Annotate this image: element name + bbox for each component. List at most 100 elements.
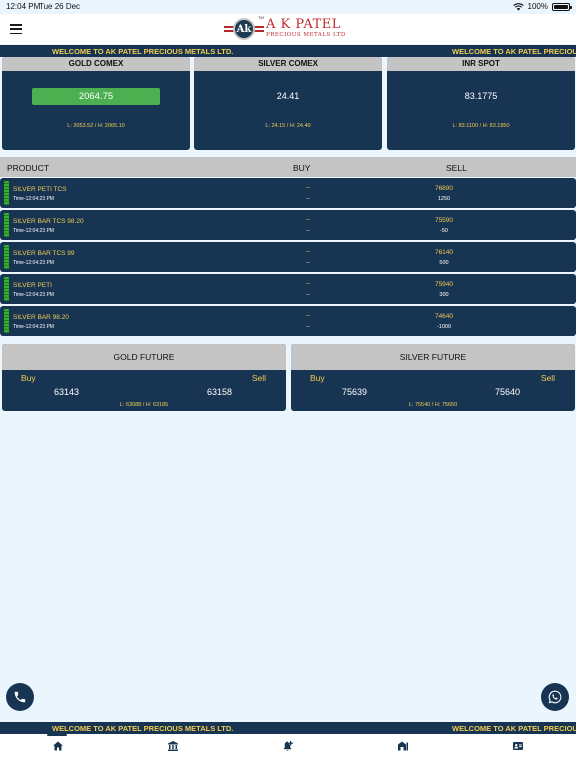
product-sell: 75590 [434,217,454,224]
rate-card-gold-comex: GOLD COMEX 2064.75 L: 2053.52 / H: 2065.… [2,57,190,150]
nav-item-home[interactable] [0,734,115,768]
status-right: 100% [512,2,572,11]
rate-card-inr-spot: INR SPOT 83.1775 L: 83.1100 / H: 83.1850 [387,57,575,150]
product-time: Time-12:04:23 PM [13,292,54,298]
menu-icon[interactable] [10,24,22,34]
brand-trademark: TM [258,15,264,20]
future-sell-label: Sell [540,373,555,383]
future-sell-label: Sell [251,373,266,383]
product-sell-diff: 300 [439,292,449,298]
future-range: L: 75540 / H: 75650 [408,402,458,408]
nav-item-contact[interactable] [460,734,575,768]
rate-card-range: L: 2053.52 / H: 2065.10 [67,123,125,129]
table-row[interactable]: SILVER PETI Time-12:04:23 PM -- -- 75940… [0,274,576,304]
product-buy: -- [306,281,310,287]
product-buy-diff: -- [306,324,310,330]
product-time: Time-12:04:23 PM [13,324,54,330]
brand-logo: Ak TM A K PATEL PRECIOUS METALS LTD [224,15,354,43]
brand-tagline: PRECIOUS METALS LTD [266,32,346,38]
status-bar: 12:04 PM Tue 26 Dec 100% [0,0,576,14]
product-buy-diff: -- [306,196,310,202]
wifi-icon [512,2,524,10]
product-time: Time-12:04:23 PM [13,196,54,202]
product-sell-diff: -50 [440,228,448,234]
signal-bar-icon [4,309,9,333]
product-name: SILVER PETI TCS [13,186,67,193]
ticker-message: WELCOME TO AK PATEL PRECIOUS METALS LTD. [452,724,576,733]
nav-item-company[interactable] [345,734,460,768]
future-card-title: SILVER FUTURE [291,344,575,370]
product-time: Time-12:04:23 PM [13,260,54,266]
rate-card-title: SILVER COMEX [194,57,382,71]
table-row[interactable]: SILVER BAR TCS 98.20 Time-12:04:23 PM --… [0,210,576,240]
nav-item-bank[interactable] [115,734,230,768]
whatsapp-button[interactable] [541,683,569,711]
future-card-silver: SILVER FUTURE Buy Sell 75639 75640 L: 75… [291,344,575,411]
signal-bar-icon [4,245,9,269]
battery-icon [552,2,572,11]
product-sell: 76140 [434,249,454,256]
rate-card-price: 2064.75 [32,88,160,105]
rate-card-title: GOLD COMEX [2,57,190,71]
call-button[interactable] [6,683,34,711]
rate-card-silver-comex: SILVER COMEX 24.41 L: 24.15 / H: 24.40 [194,57,382,150]
product-sell-diff: -1000 [436,324,452,330]
product-buy-diff: -- [306,260,310,266]
product-name: SILVER BAR TCS 99 [13,250,75,257]
bottom-nav [0,734,576,768]
product-buy: -- [306,249,310,255]
active-indicator [47,734,67,736]
ticker-message: WELCOME TO AK PATEL PRECIOUS METALS LTD. [52,47,234,56]
product-name: SILVER PETI [13,282,52,289]
building-icon [397,741,408,751]
future-card-title: GOLD FUTURE [2,344,286,370]
future-buy-value: 75639 [342,387,368,397]
brand-name: A K PATEL [266,17,341,32]
future-card-gold: GOLD FUTURE Buy Sell 63143 63158 L: 6308… [2,344,286,411]
ticker-message: WELCOME TO AK PATEL PRECIOUS METALS LTD. [452,47,576,56]
future-buy-label: Buy [310,373,325,383]
ticker-top: WELCOME TO AK PATEL PRECIOUS METALS LTD.… [0,45,576,57]
product-buy-diff: -- [306,292,310,298]
home-icon [52,741,63,751]
product-sell: 74640 [434,313,454,320]
nav-item-alerts[interactable] [230,734,345,768]
product-time: Time-12:04:23 PM [13,228,54,234]
status-time: 12:04 PM [6,2,41,11]
column-header-product: PRODUCT [7,163,50,173]
rate-card-range: L: 24.15 / H: 24.40 [265,123,311,129]
product-sell: 75940 [434,281,454,288]
product-buy: -- [306,217,310,223]
app-header: Ak TM A K PATEL PRECIOUS METALS LTD [0,14,576,44]
future-buy-label: Buy [21,373,36,383]
table-row[interactable]: SILVER BAR 98.20 Time-12:04:23 PM -- -- … [0,306,576,336]
contact-card-icon [512,742,523,750]
brand-seal-letters: Ak [236,23,252,35]
column-header-sell: SELL [446,163,467,173]
ticker-message: WELCOME TO AK PATEL PRECIOUS METALS LTD. [52,724,234,733]
brand-seal-icon: Ak [224,16,264,42]
product-buy-diff: -- [306,228,310,234]
battery-percent: 100% [527,2,548,11]
product-sell-diff: 1250 [437,196,451,202]
whatsapp-icon [548,690,562,704]
ticker-bottom: WELCOME TO AK PATEL PRECIOUS METALS LTD.… [0,722,576,734]
product-sell: 76890 [434,185,454,192]
signal-bar-icon [4,181,9,205]
future-buy-value: 63143 [54,387,80,397]
phone-icon [14,691,26,703]
table-row[interactable]: SILVER BAR TCS 99 Time-12:04:23 PM -- --… [0,242,576,272]
column-header-buy: BUY [293,163,311,173]
bank-icon [167,741,178,751]
product-table-header: PRODUCT BUY SELL [0,157,576,177]
rate-card-range: L: 83.1100 / H: 83.1850 [452,123,510,129]
rate-card-price: 83.1775 [464,91,498,101]
product-buy: -- [306,185,310,191]
future-sell-value: 75640 [495,387,521,397]
signal-bar-icon [4,213,9,237]
signal-bar-icon [4,277,9,301]
table-row[interactable]: SILVER PETI TCS Time-12:04:23 PM -- -- 7… [0,178,576,208]
product-name: SILVER BAR TCS 98.20 [13,218,84,225]
future-sell-value: 63158 [207,387,233,397]
future-range: L: 63088 / H: 63185 [119,402,169,408]
